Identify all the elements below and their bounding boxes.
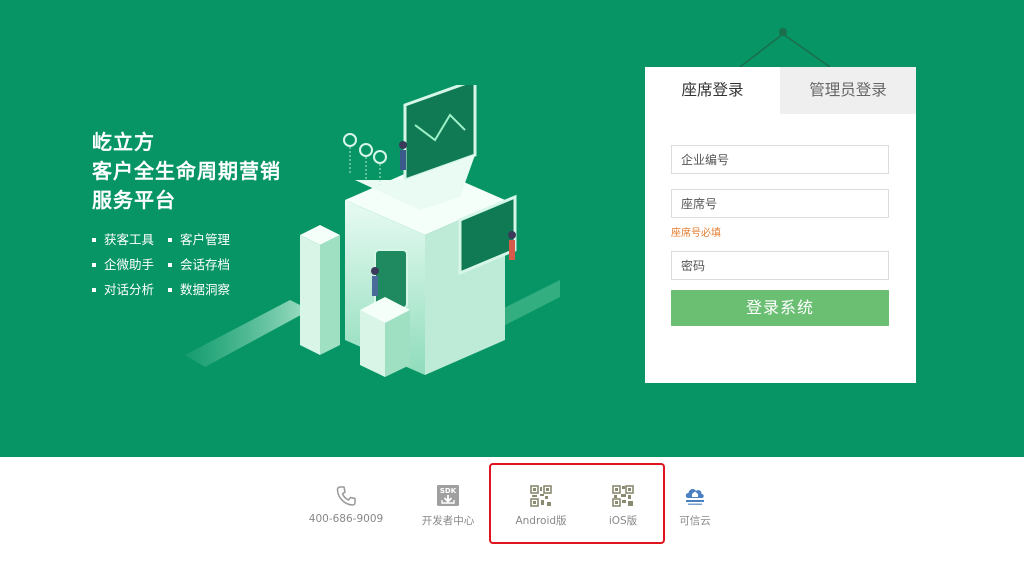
tab-seat-login[interactable]: 座席登录 bbox=[645, 67, 780, 114]
login-submit-button[interactable]: 登录系统 bbox=[671, 290, 889, 326]
android-qr-icon bbox=[530, 485, 552, 507]
footer-bar: 400-686-9009 SDK 开发者中心 Android版 iOS版 可信云 bbox=[0, 457, 1024, 561]
feature-item: 对话分析 bbox=[92, 279, 154, 298]
hero-banner: 屹立方 客户全生命周期营销 服务平台 获客工具 客户管理 企微助手 会话存档 对… bbox=[0, 0, 1024, 457]
seat-number-input[interactable] bbox=[672, 190, 888, 217]
developer-center-link[interactable]: SDK 开发者中心 bbox=[415, 485, 481, 528]
password-field bbox=[671, 251, 889, 280]
login-card: 座席登录 管理员登录 座席号必填 登录系统 bbox=[645, 67, 916, 383]
login-tabs: 座席登录 管理员登录 bbox=[645, 67, 916, 114]
phone-icon bbox=[336, 486, 356, 506]
feature-item: 会话存档 bbox=[168, 254, 230, 273]
developer-center-label: 开发者中心 bbox=[421, 515, 475, 527]
card-hanger-decoration bbox=[739, 28, 831, 68]
trusted-cloud-link[interactable]: 可信云 bbox=[675, 485, 715, 528]
brand-block: 屹立方 客户全生命周期营销 服务平台 bbox=[92, 128, 281, 215]
brand-name: 屹立方 bbox=[92, 130, 155, 154]
seat-number-error: 座席号必填 bbox=[671, 228, 721, 239]
phone-number: 400-686-9009 bbox=[308, 513, 384, 525]
company-id-field bbox=[671, 145, 889, 174]
trusted-cloud-label: 可信云 bbox=[679, 515, 711, 527]
sdk-icon: SDK bbox=[437, 485, 459, 506]
feature-item: 企微助手 bbox=[92, 254, 154, 273]
trusted-cloud-icon bbox=[685, 489, 704, 505]
company-id-input[interactable] bbox=[672, 146, 888, 173]
ios-qr-icon bbox=[612, 485, 634, 507]
password-input[interactable] bbox=[672, 252, 888, 279]
brand-slogan-line-2: 服务平台 bbox=[92, 188, 176, 212]
android-label: Android版 bbox=[515, 515, 567, 527]
feature-item: 获客工具 bbox=[92, 229, 154, 248]
feature-item: 客户管理 bbox=[168, 229, 230, 248]
brand-slogan-line-1: 客户全生命周期营销 bbox=[92, 159, 281, 183]
ios-download[interactable]: iOS版 bbox=[598, 485, 648, 528]
feature-item: 数据洞察 bbox=[168, 279, 230, 298]
ios-label: iOS版 bbox=[608, 515, 638, 527]
seat-number-field bbox=[671, 189, 889, 218]
tab-admin-login[interactable]: 管理员登录 bbox=[780, 67, 916, 114]
android-download[interactable]: Android版 bbox=[510, 485, 572, 528]
sdk-badge-text: SDK bbox=[440, 487, 457, 495]
phone-contact[interactable]: 400-686-9009 bbox=[306, 485, 386, 525]
